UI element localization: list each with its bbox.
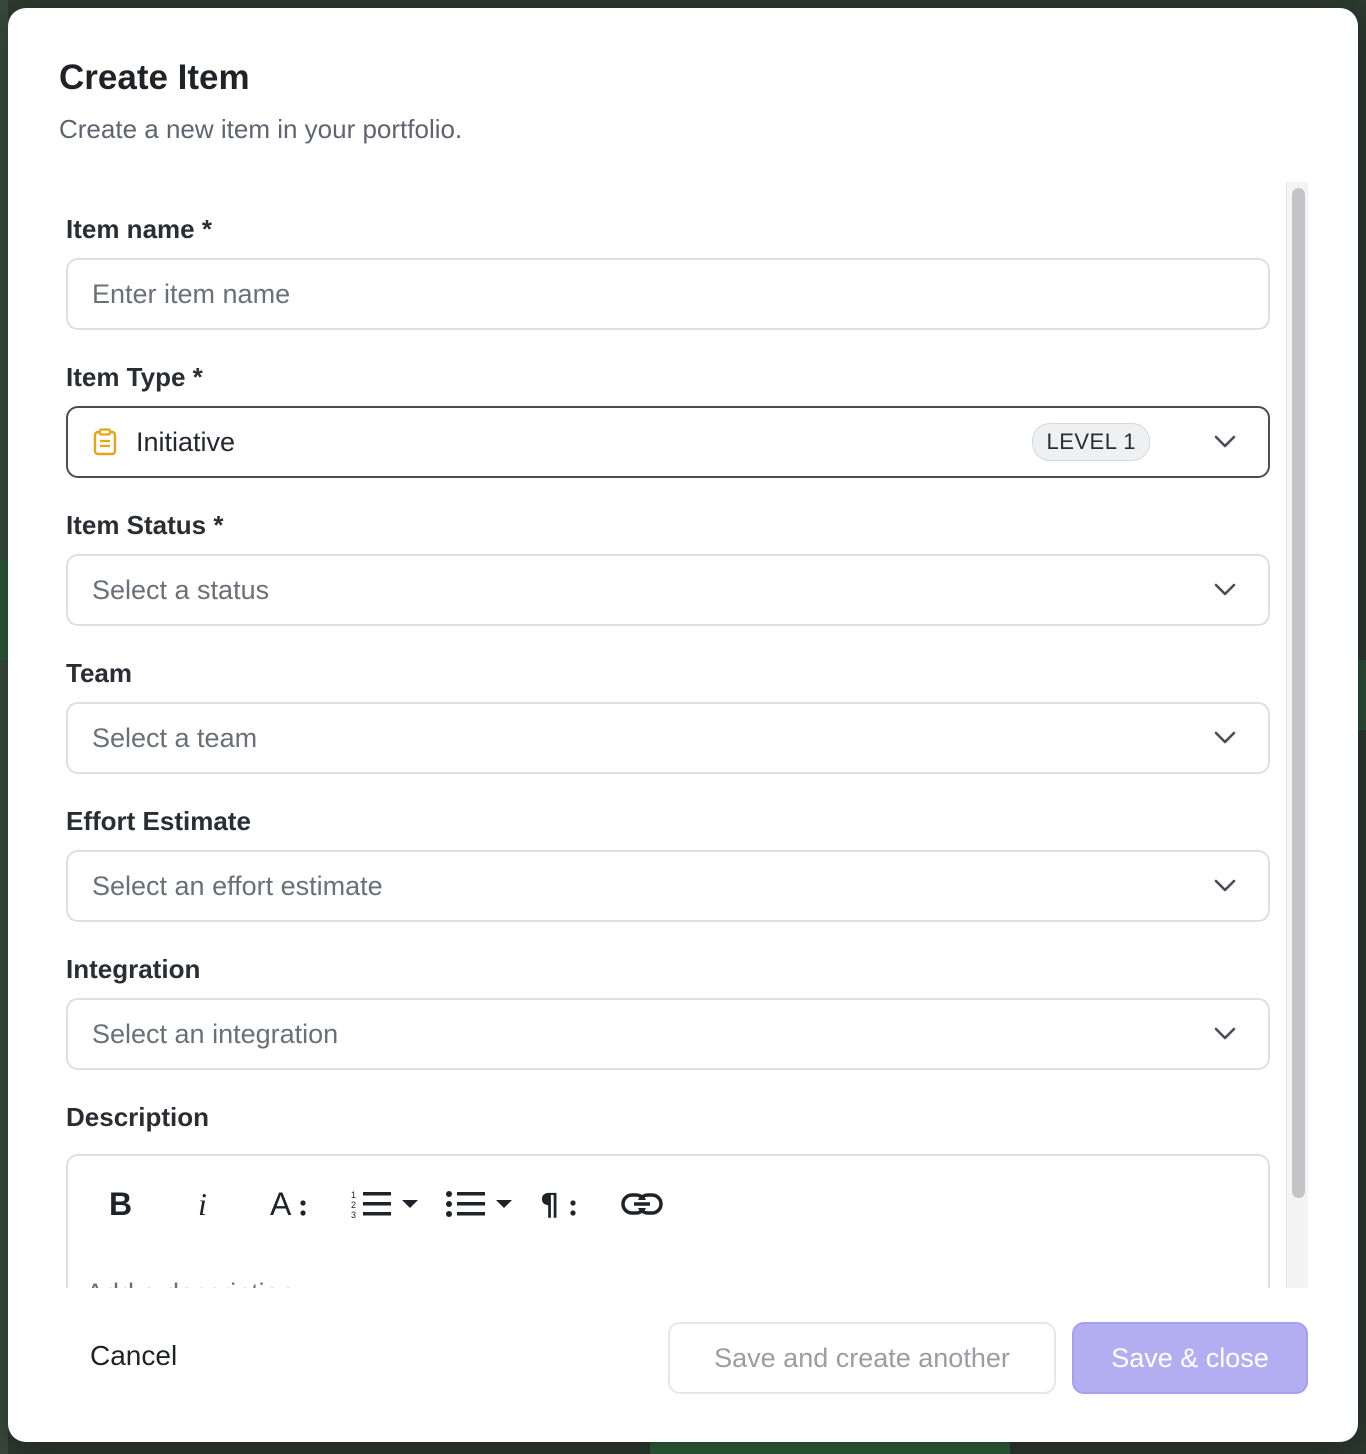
clipboard-icon [92, 428, 118, 456]
item-status-placeholder: Select a status [92, 574, 270, 605]
dialog-subtitle: Create a new item in your portfolio. [59, 114, 463, 144]
chevron-down-icon [1212, 1021, 1238, 1047]
link-icon[interactable] [620, 1182, 664, 1226]
italic-icon[interactable]: i [182, 1182, 226, 1226]
item-type-value: Initiative [136, 426, 236, 457]
svg-text:A: A [270, 1188, 292, 1220]
scrollbar-thumb[interactable] [1292, 188, 1305, 1198]
item-name-input[interactable]: Enter item name [66, 258, 1270, 330]
svg-text:1: 1 [351, 1190, 356, 1200]
save-and-create-another-button[interactable]: Save and create another [668, 1322, 1056, 1394]
svg-text:B: B [109, 1189, 132, 1219]
dialog-title: Create Item [59, 58, 250, 97]
description-placeholder: Add a description [86, 1278, 295, 1288]
save-and-close-button[interactable]: Save & close [1072, 1322, 1308, 1394]
svg-text:3: 3 [351, 1210, 356, 1219]
form-scroll-area[interactable]: Item name * Enter item name Item Type * … [66, 182, 1308, 1288]
bold-icon[interactable]: B [98, 1182, 142, 1226]
integration-placeholder: Select an integration [92, 1018, 339, 1049]
chevron-down-icon [1212, 873, 1238, 899]
team-placeholder: Select a team [92, 722, 258, 753]
description-label: Description [66, 1102, 210, 1132]
font-size-icon[interactable]: A [266, 1182, 314, 1226]
level-badge: LEVEL 1 [1032, 423, 1150, 461]
background-panel [650, 1440, 1010, 1454]
item-type-select[interactable]: Initiative LEVEL 1 [66, 406, 1270, 478]
chevron-down-icon [1212, 429, 1238, 455]
svg-text:¶: ¶ [540, 1188, 559, 1220]
caret-down-icon[interactable] [402, 1182, 418, 1226]
svg-text:2: 2 [351, 1200, 356, 1210]
item-type-label: Item Type * [66, 362, 203, 392]
effort-estimate-select[interactable]: Select an effort estimate [66, 850, 1270, 922]
svg-text:i: i [198, 1189, 207, 1219]
description-editor[interactable]: B i A 1 2 3 ¶ [66, 1154, 1270, 1288]
effort-estimate-label: Effort Estimate [66, 806, 251, 836]
chevron-down-icon [1212, 577, 1238, 603]
caret-down-icon[interactable] [496, 1182, 512, 1226]
item-name-placeholder: Enter item name [92, 278, 291, 309]
effort-estimate-placeholder: Select an effort estimate [92, 870, 383, 901]
item-name-label: Item name * [66, 214, 212, 244]
create-item-dialog: Create Item Create a new item in your po… [8, 8, 1358, 1442]
item-status-select[interactable]: Select a status [66, 554, 1270, 626]
cancel-button[interactable]: Cancel [70, 1320, 197, 1392]
background-panel [0, 560, 8, 660]
item-status-label: Item Status * [66, 510, 224, 540]
bullet-list-icon[interactable] [444, 1182, 488, 1226]
team-label: Team [66, 658, 132, 688]
team-select[interactable]: Select a team [66, 702, 1270, 774]
chevron-down-icon [1212, 725, 1238, 751]
integration-select[interactable]: Select an integration [66, 998, 1270, 1070]
scrollbar[interactable] [1286, 182, 1308, 1288]
paragraph-icon[interactable]: ¶ [538, 1182, 582, 1226]
editor-toolbar: B i A 1 2 3 ¶ [98, 1182, 664, 1226]
integration-label: Integration [66, 954, 201, 984]
ordered-list-icon[interactable]: 1 2 3 [350, 1182, 394, 1226]
